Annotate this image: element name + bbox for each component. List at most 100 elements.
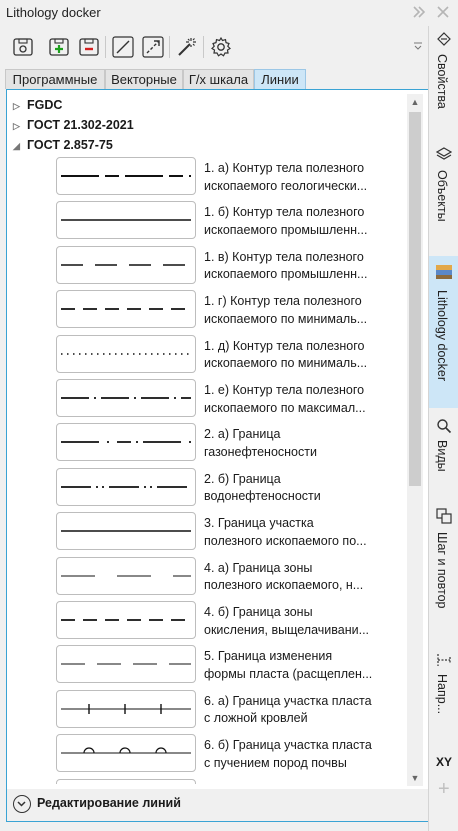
rail-tab-dimension[interactable]: Напр... bbox=[429, 648, 458, 738]
line-style-title: 1. д) Контур тела полезного bbox=[204, 338, 365, 353]
line-preview[interactable] bbox=[56, 157, 196, 195]
rail-tab-step-repeat[interactable]: Шаг и повтор bbox=[429, 504, 458, 624]
line-style-item[interactable]: 4. а) Граница зоны полезного ископаемого,… bbox=[56, 556, 396, 601]
line-style-subtitle: ископаемого по максимал... bbox=[204, 400, 366, 415]
line-preview[interactable] bbox=[56, 645, 196, 684]
tree-node-fgdc[interactable]: ▷ FGDC bbox=[13, 96, 62, 114]
line-style-label: 1. в) Контур тела полезного ископаемого п… bbox=[204, 249, 379, 284]
line-preview-stroke bbox=[61, 575, 191, 577]
scroll-down-arrow-icon[interactable]: ▼ bbox=[407, 770, 423, 786]
tree-node-label: ГОСТ 2.857-75 bbox=[27, 138, 113, 152]
rail-add-tab[interactable]: + bbox=[429, 778, 458, 801]
line-style-item[interactable]: 3. Граница участка полезного ископаемого … bbox=[56, 512, 396, 556]
line-button[interactable] bbox=[110, 34, 136, 60]
line-style-item-partial[interactable] bbox=[56, 778, 396, 784]
line-style-label: 2. а) Граница газонефтеносности bbox=[204, 426, 379, 461]
docker-titlebar: Lithology docker bbox=[0, 0, 458, 26]
line-preview[interactable] bbox=[56, 512, 196, 551]
expanded-arrow-icon[interactable]: ◢ bbox=[13, 137, 27, 155]
line-style-item[interactable]: 1. г) Контур тела полезного ископаемого п… bbox=[56, 290, 396, 334]
toolbar-overflow-icon[interactable] bbox=[414, 40, 422, 50]
line-style-item[interactable]: 6. а) Граница участка пласта с ложной кро… bbox=[56, 689, 396, 734]
search-icon bbox=[437, 419, 452, 434]
line-preview[interactable] bbox=[56, 290, 196, 329]
add-button[interactable] bbox=[46, 34, 72, 60]
close-icon[interactable] bbox=[434, 4, 452, 22]
line-style-subtitle: формы пласта (расщеплен... bbox=[204, 666, 373, 681]
line-style-label: 1. е) Контур тела полезного ископаемого п… bbox=[204, 382, 379, 417]
collapsed-arrow-icon[interactable]: ▷ bbox=[13, 97, 27, 115]
rail-tab-lithology[interactable]: Lithology docker bbox=[429, 256, 458, 408]
scroll-up-arrow-icon[interactable]: ▲ bbox=[407, 94, 423, 110]
line-style-title: 1. б) Контур тела полезного bbox=[204, 205, 365, 220]
line-style-subtitle: ископаемого промышленн... bbox=[204, 267, 368, 282]
line-style-label: 6. б) Граница участка пласта с пучением п… bbox=[204, 737, 379, 772]
toolbar-separator bbox=[105, 36, 106, 58]
line-preview-stroke bbox=[61, 263, 191, 266]
double-chevron-right-icon[interactable] bbox=[410, 4, 428, 22]
line-preview[interactable] bbox=[56, 334, 196, 373]
line-preview-stroke bbox=[61, 663, 191, 665]
vertical-scrollbar[interactable]: ▲ ▼ bbox=[407, 94, 423, 786]
line-preview[interactable] bbox=[56, 245, 196, 284]
line-style-title: 1. г) Контур тела полезного bbox=[204, 294, 362, 309]
line-style-subtitle: газонефтеносности bbox=[204, 444, 317, 459]
line-style-title: 2. б) Граница bbox=[204, 471, 281, 486]
line-preview[interactable] bbox=[56, 379, 196, 417]
line-style-item[interactable]: 2. б) Граница водонефтеносности bbox=[56, 467, 396, 512]
line-preview[interactable] bbox=[56, 734, 196, 773]
line-preview[interactable] bbox=[56, 423, 196, 462]
line-style-item[interactable]: 1. е) Контур тела полезного ископаемого п… bbox=[56, 379, 396, 423]
line-style-item[interactable]: 6. б) Граница участка пласта с пучением п… bbox=[56, 734, 396, 778]
line-preview-stroke bbox=[61, 175, 191, 177]
rail-tab-xy[interactable]: XY bbox=[429, 753, 458, 775]
tree-node-gost-21-302[interactable]: ▷ ГОСТ 21.302-2021 bbox=[13, 116, 134, 134]
line-preview-stroke bbox=[61, 219, 191, 222]
line-preview[interactable] bbox=[56, 201, 196, 240]
line-preview-stroke bbox=[61, 530, 191, 532]
chevron-down-circle-icon[interactable] bbox=[13, 795, 31, 813]
line-style-label: 1. а) Контур тела полезного ископаемого г… bbox=[204, 160, 379, 195]
line-style-item[interactable]: 1. а) Контур тела полезного ископаемого г… bbox=[56, 157, 396, 201]
line-style-item[interactable]: 1. б) Контур тела полезного ископаемого п… bbox=[56, 201, 396, 245]
line-style-label: 6. а) Граница участка пласта с ложной кро… bbox=[204, 693, 379, 728]
toolbar-separator bbox=[203, 36, 204, 58]
line-style-title: 5. Граница изменения bbox=[204, 649, 333, 664]
line-style-title: 1. а) Контур тела полезного bbox=[204, 161, 365, 175]
xy-icon: XY bbox=[436, 755, 453, 769]
remove-button[interactable] bbox=[76, 34, 102, 60]
rail-tab-label: Свойства bbox=[435, 54, 449, 109]
toolbar-separator bbox=[169, 36, 170, 58]
new-library-button[interactable] bbox=[10, 34, 36, 60]
rail-tab-views[interactable]: Виды bbox=[429, 414, 458, 494]
line-style-item[interactable]: 1. в) Контур тела полезного ископаемого п… bbox=[56, 245, 396, 290]
properties-icon bbox=[437, 32, 451, 46]
line-preview[interactable] bbox=[56, 601, 196, 639]
tree-node-gost-2-857[interactable]: ◢ ГОСТ 2.857-75 bbox=[13, 136, 113, 154]
line-preview[interactable] bbox=[56, 556, 196, 595]
line-preview[interactable] bbox=[56, 778, 196, 784]
tab-programmnye[interactable]: Программные bbox=[5, 69, 105, 89]
tab-vektornye[interactable]: Векторные bbox=[105, 69, 183, 89]
line-style-item[interactable]: 2. а) Граница газонефтеносности bbox=[56, 423, 396, 467]
remove-icon bbox=[79, 38, 99, 56]
line-preview[interactable] bbox=[56, 467, 196, 506]
rail-tab-objects[interactable]: Объекты bbox=[429, 140, 458, 240]
layers-icon bbox=[436, 147, 452, 160]
line-style-item[interactable]: 4. б) Граница зоны окисления, выщелачиван… bbox=[56, 601, 396, 645]
arrow-line-icon bbox=[142, 36, 164, 58]
tab-gh-shkala[interactable]: Г/х шкала bbox=[183, 69, 254, 89]
line-style-item[interactable]: 1. д) Контур тела полезного ископаемого п… bbox=[56, 334, 396, 379]
edit-lines-section[interactable]: Редактирование линий bbox=[6, 789, 429, 822]
tab-linii[interactable]: Линии bbox=[254, 69, 306, 89]
settings-button[interactable] bbox=[208, 34, 234, 60]
rail-tab-properties[interactable]: Свойства bbox=[429, 26, 458, 131]
magic-wand-button[interactable] bbox=[174, 34, 200, 60]
line-style-subtitle: полезного ископаемого по... bbox=[204, 533, 367, 548]
right-tab-rail: Свойства Объекты Lithology docker Виды Ш… bbox=[428, 26, 458, 831]
line-preview[interactable] bbox=[56, 689, 196, 728]
collapsed-arrow-icon[interactable]: ▷ bbox=[13, 117, 27, 135]
arrow-line-button[interactable] bbox=[140, 34, 166, 60]
scrollbar-thumb[interactable] bbox=[409, 112, 421, 486]
line-style-item[interactable]: 5. Граница изменения формы пласта (расщеп… bbox=[56, 645, 396, 689]
